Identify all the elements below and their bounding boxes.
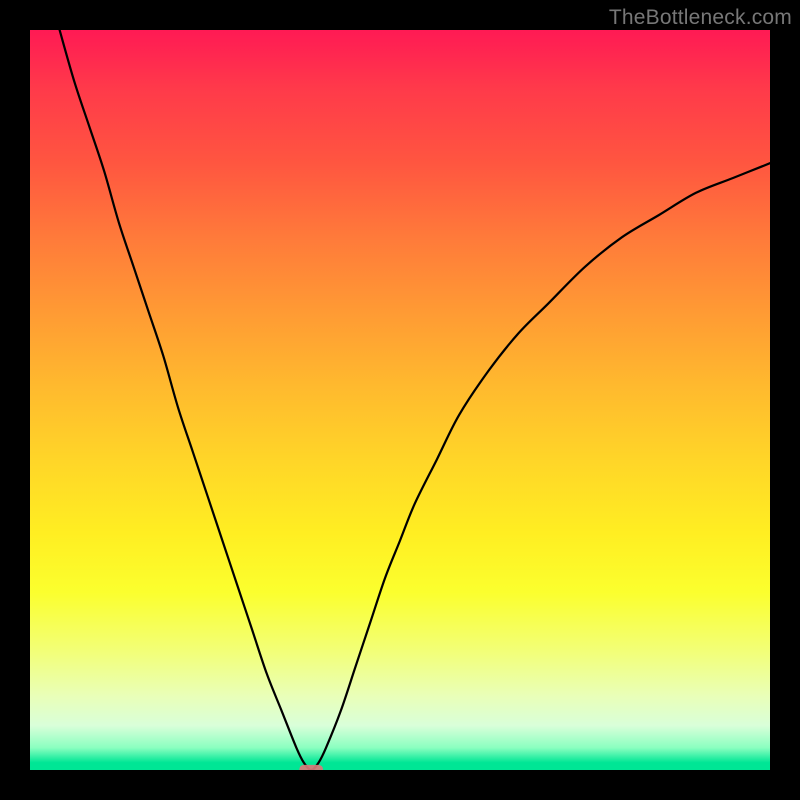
chart-curve-layer [30, 30, 770, 770]
bottleneck-curve [60, 30, 770, 770]
watermark-text: TheBottleneck.com [609, 6, 792, 30]
minimum-marker [299, 765, 323, 770]
